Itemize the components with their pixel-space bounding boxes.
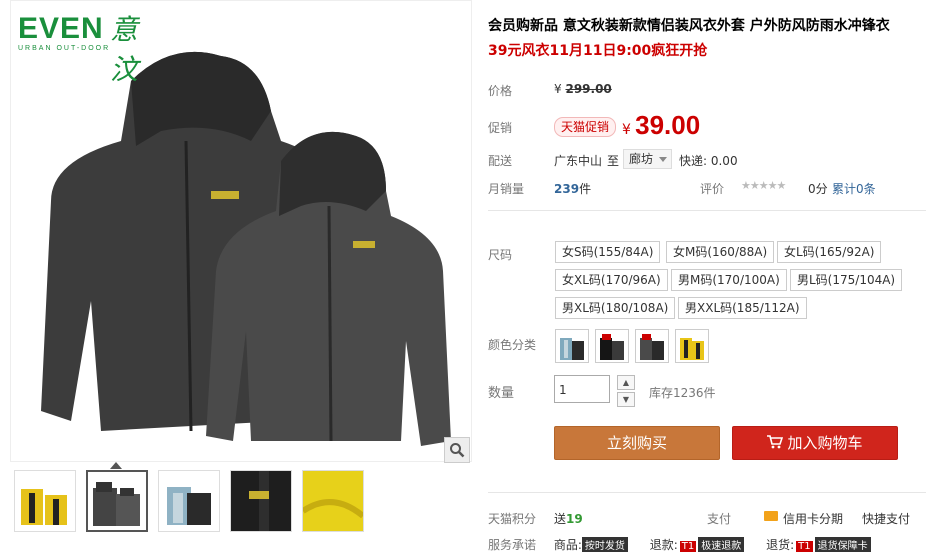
magnifier-icon[interactable] xyxy=(444,437,470,463)
currency-symbol: ¥ xyxy=(554,82,562,96)
review-label: 评价 xyxy=(700,182,725,196)
quantity-increase-button[interactable]: ▲ xyxy=(617,375,635,390)
thumb-detail-dark[interactable] xyxy=(230,470,292,532)
quantity-label: 数量 xyxy=(488,386,515,401)
service-product-word: 商品: xyxy=(553,538,582,552)
credit-card-icon xyxy=(764,511,778,521)
original-price-value: 299.00 xyxy=(565,82,612,96)
shipping-label: 配送 xyxy=(488,154,513,168)
currency-symbol: ¥ xyxy=(622,122,631,138)
star-rating-icon: ★★★★★ xyxy=(741,179,786,192)
promotion-label: 促销 xyxy=(488,121,513,135)
service-return-tag: 退货保障卡 xyxy=(814,537,871,552)
swatch-blue[interactable] xyxy=(555,329,589,363)
divider xyxy=(488,210,926,211)
swatch-yellow[interactable] xyxy=(675,329,709,363)
points-label: 天猫积分 xyxy=(488,512,537,526)
size-option[interactable]: 女XL码(170/96A) xyxy=(555,269,668,291)
tmall-promo-badge: 天猫促销 xyxy=(554,117,617,137)
review-total-link[interactable]: 累计0条 xyxy=(832,180,876,197)
service-refund-tag: 极速退款 xyxy=(698,537,745,552)
original-price: ¥ 299.00 xyxy=(554,82,612,96)
thumb-blue-pair[interactable] xyxy=(158,470,220,532)
promo-headline: 39元风衣11月11日9:00疯狂开抢 xyxy=(488,43,708,59)
promo-price-value: 39.00 xyxy=(635,110,701,140)
quantity-input[interactable]: 1 xyxy=(554,375,610,403)
monthly-sales-label: 月销量 xyxy=(488,182,525,196)
thumb-dark-pair[interactable] xyxy=(86,470,148,532)
buy-now-button[interactable]: 立刻购买 xyxy=(554,426,720,460)
swatch-black[interactable] xyxy=(595,329,629,363)
thumb-yellow-pair[interactable] xyxy=(14,470,76,532)
monthly-sales: 239件 xyxy=(554,180,591,197)
thumb-detail-yellow[interactable] xyxy=(302,470,364,532)
points-value: 送19 xyxy=(554,510,583,527)
add-to-cart-label: 加入购物车 xyxy=(787,434,863,452)
jacket-pair-illustration xyxy=(41,51,451,446)
thumbnail-active-caret xyxy=(110,462,122,469)
payment-label: 支付 xyxy=(707,512,732,526)
chevron-down-icon xyxy=(659,157,668,162)
brand-logo: EVEN URBAN OUT-DOOR 意汶 xyxy=(18,12,138,86)
quantity-decrease-button[interactable]: ▼ xyxy=(617,392,635,407)
size-option[interactable]: 男XXL码(185/112A) xyxy=(678,297,807,319)
service-product-tag: 按时发货 xyxy=(581,537,628,552)
brand-subline: URBAN OUT-DOOR xyxy=(18,45,111,52)
destination-select[interactable]: 廊坊 xyxy=(623,149,673,169)
promo-price: ¥ 39.00 xyxy=(622,110,700,141)
review-score: 0分 xyxy=(808,182,828,196)
ship-from: 广东中山 xyxy=(554,154,603,168)
service-return-prefix: T1 xyxy=(796,541,813,552)
shipping-fee: 快递: 0.00 xyxy=(679,154,738,168)
size-option[interactable]: 男L码(175/104A) xyxy=(790,269,903,291)
monthly-sales-unit: 件 xyxy=(579,182,592,196)
service-refund-word: 退款: xyxy=(649,538,678,552)
size-option[interactable]: 女L码(165/92A) xyxy=(777,241,882,263)
add-to-cart-button[interactable]: 加入购物车 xyxy=(732,426,898,460)
price-label: 价格 xyxy=(488,84,513,98)
ship-to-word: 至 xyxy=(607,154,620,168)
swatch-grey[interactable] xyxy=(635,329,669,363)
cart-icon xyxy=(767,435,784,449)
service-refund-prefix: T1 xyxy=(679,541,697,552)
main-product-image[interactable] xyxy=(10,0,472,462)
size-option[interactable]: 男XL码(180/108A) xyxy=(555,297,676,319)
divider xyxy=(488,492,926,493)
monthly-sales-count: 239 xyxy=(554,182,580,196)
service-label: 服务承诺 xyxy=(488,538,537,552)
brand-script: 意汶 xyxy=(110,13,139,86)
points-prefix: 送 xyxy=(554,512,567,526)
credit-installment-link[interactable]: 信用卡分期 xyxy=(783,510,843,527)
size-option[interactable]: 女S码(155/84A) xyxy=(555,241,661,263)
product-title: 会员购新品 意文秋装新款情侣装风衣外套 户外防风防雨水冲锋衣 xyxy=(488,18,890,34)
destination-value: 廊坊 xyxy=(629,152,654,166)
size-option[interactable]: 男M码(170/100A) xyxy=(671,269,787,291)
service-promise-row: 服务承诺 商品: 按时发货 退款: T1 极速退款 退货: T1 退货保障卡 xyxy=(488,536,926,553)
brand-wordmark: EVEN xyxy=(18,12,104,45)
size-option[interactable]: 女M码(160/88A) xyxy=(666,241,775,263)
service-return-word: 退货: xyxy=(766,538,795,552)
stock-count: 库存1236件 xyxy=(649,386,716,400)
thumbnail-strip xyxy=(14,470,474,540)
points-number: 19 xyxy=(566,512,583,526)
quick-pay-link[interactable]: 快捷支付 xyxy=(862,510,910,527)
size-label: 尺码 xyxy=(488,248,513,262)
color-label: 颜色分类 xyxy=(488,338,537,352)
